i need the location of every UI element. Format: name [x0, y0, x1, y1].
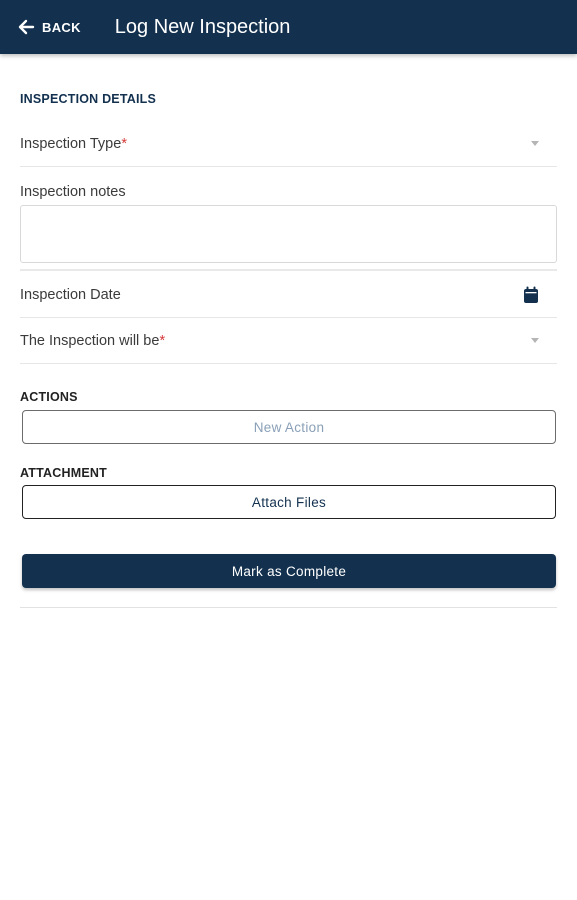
new-action-button[interactable]: New Action	[22, 410, 556, 444]
app-bar: BACK Log New Inspection	[0, 0, 577, 54]
section-heading-inspection-details: INSPECTION DETAILS	[20, 92, 157, 106]
attach-files-button[interactable]: Attach Files	[22, 485, 556, 519]
calendar-icon[interactable]	[523, 286, 539, 304]
inspection-date-field[interactable]: Inspection Date	[20, 272, 557, 318]
caret-down-icon	[531, 141, 539, 146]
mark-complete-button[interactable]: Mark as Complete	[22, 554, 556, 588]
inspection-type-label: Inspection Type*	[20, 135, 127, 152]
page-title: Log New Inspection	[114, 15, 291, 38]
inspection-will-be-label: The Inspection will be*	[20, 332, 166, 349]
divider	[20, 269, 557, 271]
actions-heading: ACTIONS	[20, 390, 78, 404]
attachment-heading: ATTACHMENT	[20, 466, 107, 480]
back-label: BACK	[42, 19, 81, 35]
required-marker: *	[121, 135, 127, 152]
divider	[20, 607, 557, 608]
arrow-left-icon	[18, 19, 35, 35]
inspection-notes-label: Inspection notes	[20, 184, 126, 200]
required-marker: *	[159, 332, 166, 349]
caret-down-icon	[531, 338, 539, 343]
inspection-type-select[interactable]: Inspection Type*	[20, 121, 557, 167]
back-button[interactable]: BACK	[16, 17, 81, 37]
inspection-date-label: Inspection Date	[20, 286, 121, 303]
inspection-will-be-select[interactable]: The Inspection will be*	[20, 318, 557, 364]
inspection-notes-input[interactable]	[20, 205, 557, 263]
